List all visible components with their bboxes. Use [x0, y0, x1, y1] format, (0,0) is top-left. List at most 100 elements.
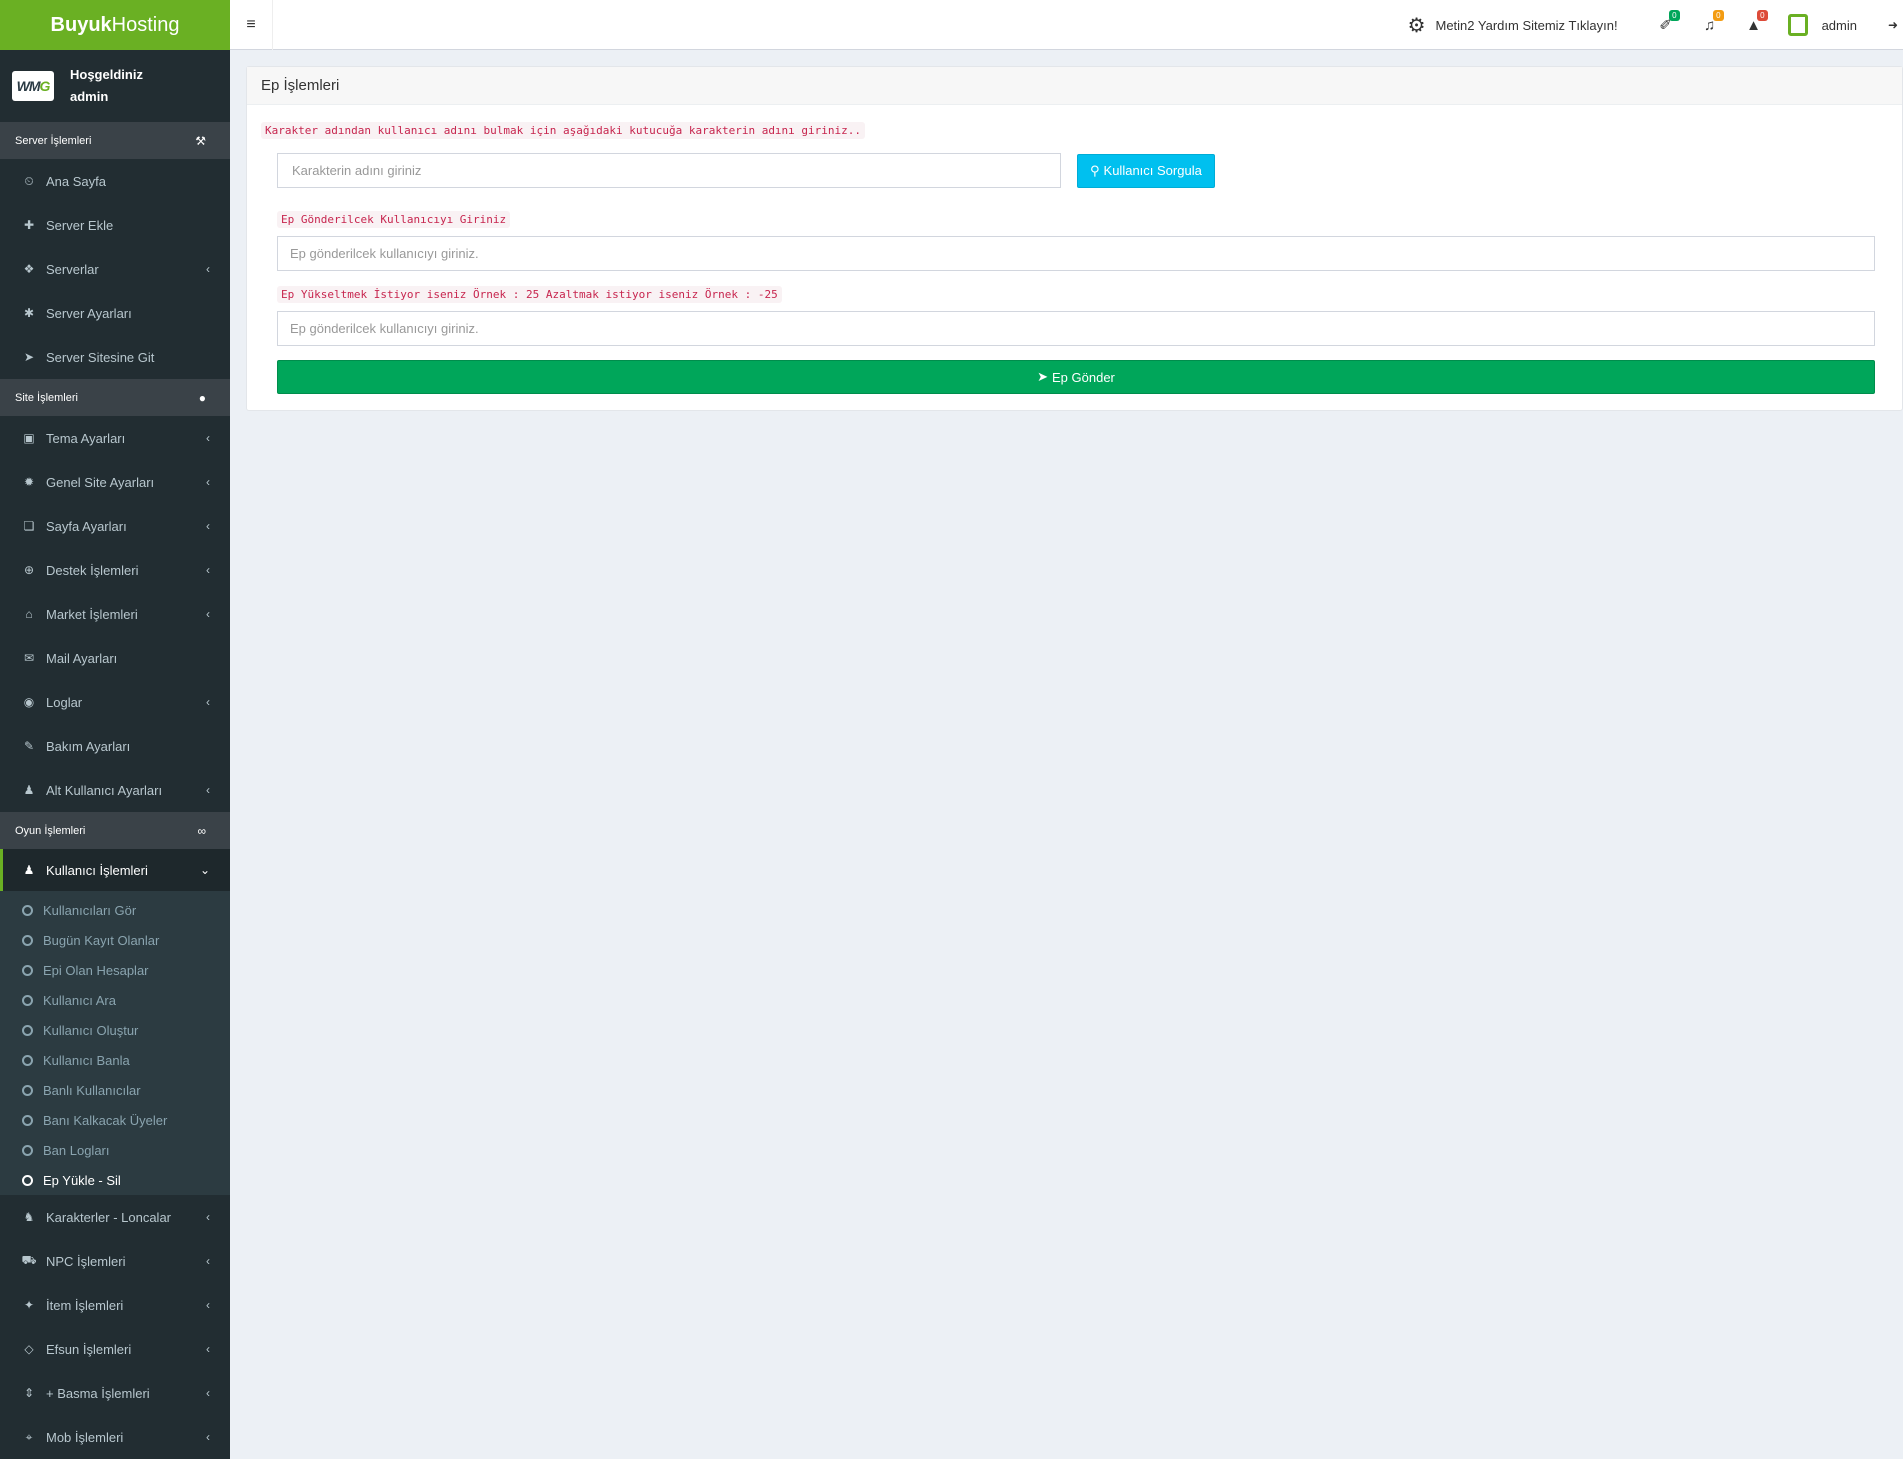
- sidebar-item-tema-ayarları[interactable]: ▣ Tema Ayarları ‹: [0, 416, 230, 460]
- circle-icon: [22, 994, 33, 1006]
- chevron-left-icon: ‹: [206, 1210, 210, 1224]
- submenu-item-kullanıcı-ara[interactable]: Kullanıcı Ara: [0, 985, 230, 1015]
- settings-icon: ✱: [23, 306, 35, 320]
- user-icon: ♟: [23, 863, 35, 877]
- notifications-menu[interactable]: ♫ 0: [1688, 0, 1732, 50]
- submenu-kullanici-islemleri: Kullanıcıları Gör Bugün Kayıt Olanlar Epi …: [0, 891, 230, 1195]
- ep-amount-input[interactable]: Ep gönderilcek kullanıcıyı giriniz.: [277, 311, 1875, 346]
- submenu-item-kullanıcıları-gör[interactable]: Kullanıcıları Gör: [0, 895, 230, 925]
- sidebar-item-npc-i-şlemleri[interactable]: ⛟ NPC İşlemleri ‹: [0, 1239, 230, 1283]
- submenu-item-label: Bugün Kayıt Olanlar: [43, 932, 160, 948]
- notifications-badge: 0: [1713, 10, 1724, 21]
- sidebar-item-label: Server Sitesine Git: [46, 349, 155, 365]
- sidebar-item-efsun-i-şlemleri[interactable]: ◇ Efsun İşlemleri ‹: [0, 1327, 230, 1371]
- circle-icon: [22, 904, 33, 916]
- sidebar-item-ana-sayfa[interactable]: ⏲ Ana Sayfa: [0, 159, 230, 203]
- chevron-left-icon: ‹: [206, 475, 210, 489]
- hamburger-icon: ≡: [246, 16, 256, 33]
- sidebar-item-serverlar[interactable]: ❖ Serverlar ‹: [0, 247, 230, 291]
- sidebar-item-label: İtem İşlemleri: [46, 1297, 124, 1313]
- sidebar-item-alt-kullanıcı-ayarları[interactable]: ♟ Alt Kullanıcı Ayarları ‹: [0, 768, 230, 812]
- sidebar-item-bakım-ayarları[interactable]: ✎ Bakım Ayarları: [0, 724, 230, 768]
- chevron-down-icon: ⌄: [199, 863, 210, 877]
- sidebar-item-server-sitesine-git[interactable]: ➤ Server Sitesine Git: [0, 335, 230, 379]
- sidebar-item-mob-i-şlemleri[interactable]: ⌖ Mob İşlemleri ‹: [0, 1415, 230, 1459]
- sidebar-username: admin: [70, 89, 109, 104]
- submenu-item-ep-yükle-sil[interactable]: Ep Yükle - Sil: [0, 1165, 230, 1195]
- submenu-item-label: Kullanıcıları Gör: [43, 902, 137, 918]
- circle-icon: [22, 1054, 33, 1066]
- sidebar-item-basma-i-şlemleri[interactable]: ⇕ + Basma İşlemleri ‹: [0, 1371, 230, 1415]
- sidebar-item-sayfa-ayarları[interactable]: ❏ Sayfa Ayarları ‹: [0, 504, 230, 548]
- amount-label: Ep Yükseltmek İstiyor iseniz Örnek : 25 …: [277, 286, 782, 303]
- site-logo: WM G: [12, 71, 54, 101]
- sidebar-item-label: Genel Site Ayarları: [46, 474, 155, 490]
- chevron-left-icon: ‹: [206, 1298, 210, 1312]
- sidebar-item-label: Efsun İşlemleri: [46, 1341, 132, 1357]
- sidebar-item-destek-i-şlemleri[interactable]: ⊕ Destek İşlemleri ‹: [0, 548, 230, 592]
- sidebar-item-karakterler-loncalar[interactable]: ♞ Karakterler - Loncalar ‹: [0, 1195, 230, 1239]
- submenu-item-banlı-kullanıcılar[interactable]: Banlı Kullanıcılar: [0, 1075, 230, 1105]
- search-icon: ⚲: [1090, 162, 1100, 178]
- dashboard-icon: ⏲: [24, 173, 34, 188]
- submenu-item-kullanıcı-banla[interactable]: Kullanıcı Banla: [0, 1045, 230, 1075]
- submenu-item-label: Banı Kalkacak Üyeler: [43, 1112, 168, 1128]
- user-panel: WM G Hoşgeldiniz admin: [0, 50, 230, 122]
- tickets-badge: 0: [1669, 10, 1680, 21]
- sidebar-item-label: Alt Kullanıcı Ayarları: [46, 782, 163, 798]
- plus-icon: ✚: [23, 218, 35, 232]
- submenu-item-epi-olan-hesaplar[interactable]: Epi Olan Hesaplar: [0, 955, 230, 985]
- sidebar-item-server-ekle[interactable]: ✚ Server Ekle: [0, 203, 230, 247]
- sidebar-toggle-button[interactable]: ≡: [230, 0, 273, 50]
- sidebar-item-label: Destek İşlemleri: [46, 562, 139, 578]
- panel-body: Karakter adından kullanıcı adını bulmak …: [247, 105, 1902, 410]
- top-navbar: ≡ ⚙ Metin2 Yardım Sitemiz Tıklayın! ✐ 0 …: [230, 0, 1903, 50]
- character-name-input[interactable]: Karakterin adını giriniz: [277, 153, 1061, 188]
- user-menu[interactable]: admin: [1787, 14, 1857, 36]
- sidebar-item-kullanici-islemleri[interactable]: ♟ Kullanıcı İşlemleri ⌄: [0, 849, 230, 891]
- logout-icon[interactable]: ➜: [1883, 18, 1903, 32]
- sidebar-item-genel-site-ayarları[interactable]: ✹ Genel Site Ayarları ‹: [0, 460, 230, 504]
- sidebar-item-i-tem-i-şlemleri[interactable]: ✦ İtem İşlemleri ‹: [0, 1283, 230, 1327]
- sidebar-item-mail-ayarları[interactable]: ✉ Mail Ayarları: [0, 636, 230, 680]
- warnings-badge: 0: [1757, 10, 1768, 21]
- diamond-icon: ◇: [24, 1342, 34, 1356]
- paper-plane-icon: ➤: [23, 350, 35, 364]
- circle-icon: [22, 1024, 33, 1036]
- submenu-item-banı-kalkacak-üyeler[interactable]: Banı Kalkacak Üyeler: [0, 1105, 230, 1135]
- crosshairs-icon: ⌖: [25, 1429, 33, 1444]
- submenu-item-ban-logları[interactable]: Ban Logları: [0, 1135, 230, 1165]
- sort-icon: ⇕: [23, 1386, 35, 1400]
- sidebar-item-label: Loglar: [46, 694, 83, 710]
- sidebar-item-market-i-şlemleri[interactable]: ⌂ Market İşlemleri ‹: [0, 592, 230, 636]
- help-site-link[interactable]: ⚙ Metin2 Yardım Sitemiz Tıklayın!: [1408, 13, 1618, 38]
- search-hint: Karakter adından kullanıcı adını bulmak …: [261, 122, 866, 139]
- submenu-item-label: Epi Olan Hesaplar: [43, 962, 149, 978]
- navbar-right: ⚙ Metin2 Yardım Sitemiz Tıklayın! ✐ 0 ♫ …: [1408, 0, 1903, 50]
- circle-icon: [22, 964, 33, 976]
- submenu-item-kullanıcı-oluştur[interactable]: Kullanıcı Oluştur: [0, 1015, 230, 1045]
- sidebar-item-label: Server Ekle: [46, 217, 114, 233]
- submenu-item-bugün-kayıt-olanlar[interactable]: Bugün Kayıt Olanlar: [0, 925, 230, 955]
- target-user-input[interactable]: Ep gönderilcek kullanıcıyı giriniz.: [277, 236, 1875, 271]
- basket-icon: ⌂: [25, 607, 33, 621]
- ep-panel: Ep İşlemleri Karakter adından kullanıcı …: [246, 66, 1903, 411]
- sidebar-item-server-ayarları[interactable]: ✱ Server Ayarları: [0, 291, 230, 335]
- query-user-button[interactable]: ⚲ Kullanıcı Sorgula: [1077, 153, 1215, 188]
- sidebar-item-label: Tema Ayarları: [46, 430, 126, 446]
- paper-plane-icon: ➤: [1037, 369, 1049, 384]
- section-site: Site İşlemleri ●: [0, 379, 230, 416]
- chevron-left-icon: ‹: [206, 1430, 210, 1444]
- submenu-item-label: Kullanıcı Banla: [43, 1052, 130, 1068]
- file-icon: ❏: [23, 519, 35, 533]
- wrench-icon: ⚒: [195, 133, 206, 148]
- life-ring-icon: ⊕: [23, 563, 35, 577]
- sidebar-item-loglar[interactable]: ◉ Loglar ‹: [0, 680, 230, 724]
- warnings-menu[interactable]: ▲ 0: [1732, 0, 1776, 50]
- panel-title: Ep İşlemleri: [247, 67, 1902, 105]
- sidebar-item-label: Sayfa Ayarları: [46, 518, 127, 534]
- circle-icon: [22, 934, 33, 946]
- tickets-menu[interactable]: ✐ 0: [1644, 0, 1688, 50]
- brand-logo[interactable]: BuyukHosting: [0, 0, 230, 50]
- send-ep-button[interactable]: ➤ Ep Gönder: [277, 360, 1875, 394]
